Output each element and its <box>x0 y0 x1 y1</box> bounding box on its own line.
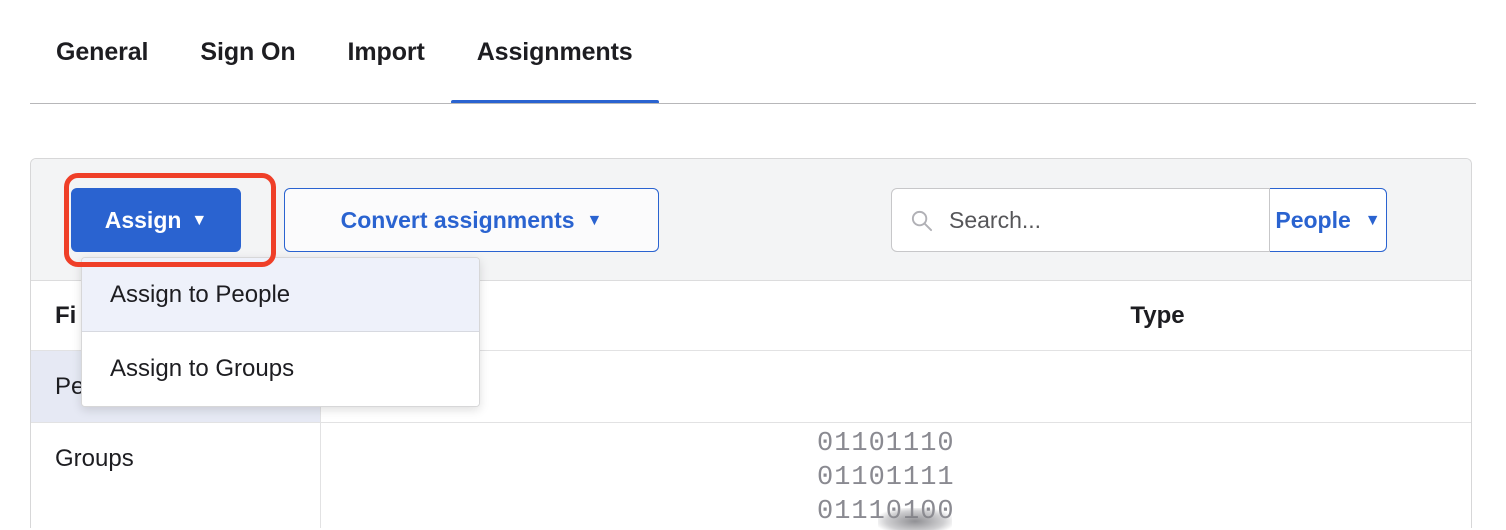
assign-button[interactable]: Assign ▼ <box>71 188 241 252</box>
tab-import-label: Import <box>347 37 425 66</box>
tab-list: General Sign On Import Assignments <box>30 0 659 104</box>
convert-assignments-label: Convert assignments <box>340 206 575 233</box>
tab-assignments-label: Assignments <box>476 37 633 66</box>
row-cell-type <box>844 351 1471 422</box>
assign-button-label: Assign <box>104 206 182 233</box>
menu-item-assign-to-people[interactable]: Assign to People <box>82 258 479 332</box>
row-cell-type <box>844 423 1471 528</box>
search-field[interactable] <box>891 188 1270 252</box>
tab-bar: General Sign On Import Assignments <box>0 0 1506 104</box>
filter-type-label: People <box>1275 206 1351 233</box>
tab-import[interactable]: Import <box>322 0 451 104</box>
tab-general[interactable]: General <box>30 0 174 104</box>
tab-assignments[interactable]: Assignments <box>450 0 659 104</box>
row-cell-blank <box>321 423 844 528</box>
convert-assignments-button[interactable]: Convert assignments ▼ <box>284 188 659 252</box>
chevron-down-icon: ▼ <box>1364 212 1381 229</box>
search-icon <box>911 210 933 231</box>
tab-bar-divider <box>30 103 1476 104</box>
tab-general-label: General <box>56 37 149 66</box>
tab-sign-on-label: Sign On <box>200 37 296 66</box>
menu-item-assign-to-groups[interactable]: Assign to Groups <box>82 332 479 406</box>
chevron-down-icon: ▼ <box>586 212 603 229</box>
assign-dropdown-menu: Assign to People Assign to Groups <box>81 257 480 407</box>
column-header-type[interactable]: Type <box>844 281 1471 350</box>
filter-type-dropdown[interactable]: People ▼ <box>1269 188 1387 252</box>
chevron-down-icon: ▼ <box>191 212 208 229</box>
search-area: People ▼ <box>891 188 1387 252</box>
row-label-groups[interactable]: Groups <box>31 423 321 528</box>
table-row[interactable]: Groups <box>31 423 1471 528</box>
tab-sign-on[interactable]: Sign On <box>174 0 321 104</box>
search-input[interactable] <box>949 206 1269 234</box>
